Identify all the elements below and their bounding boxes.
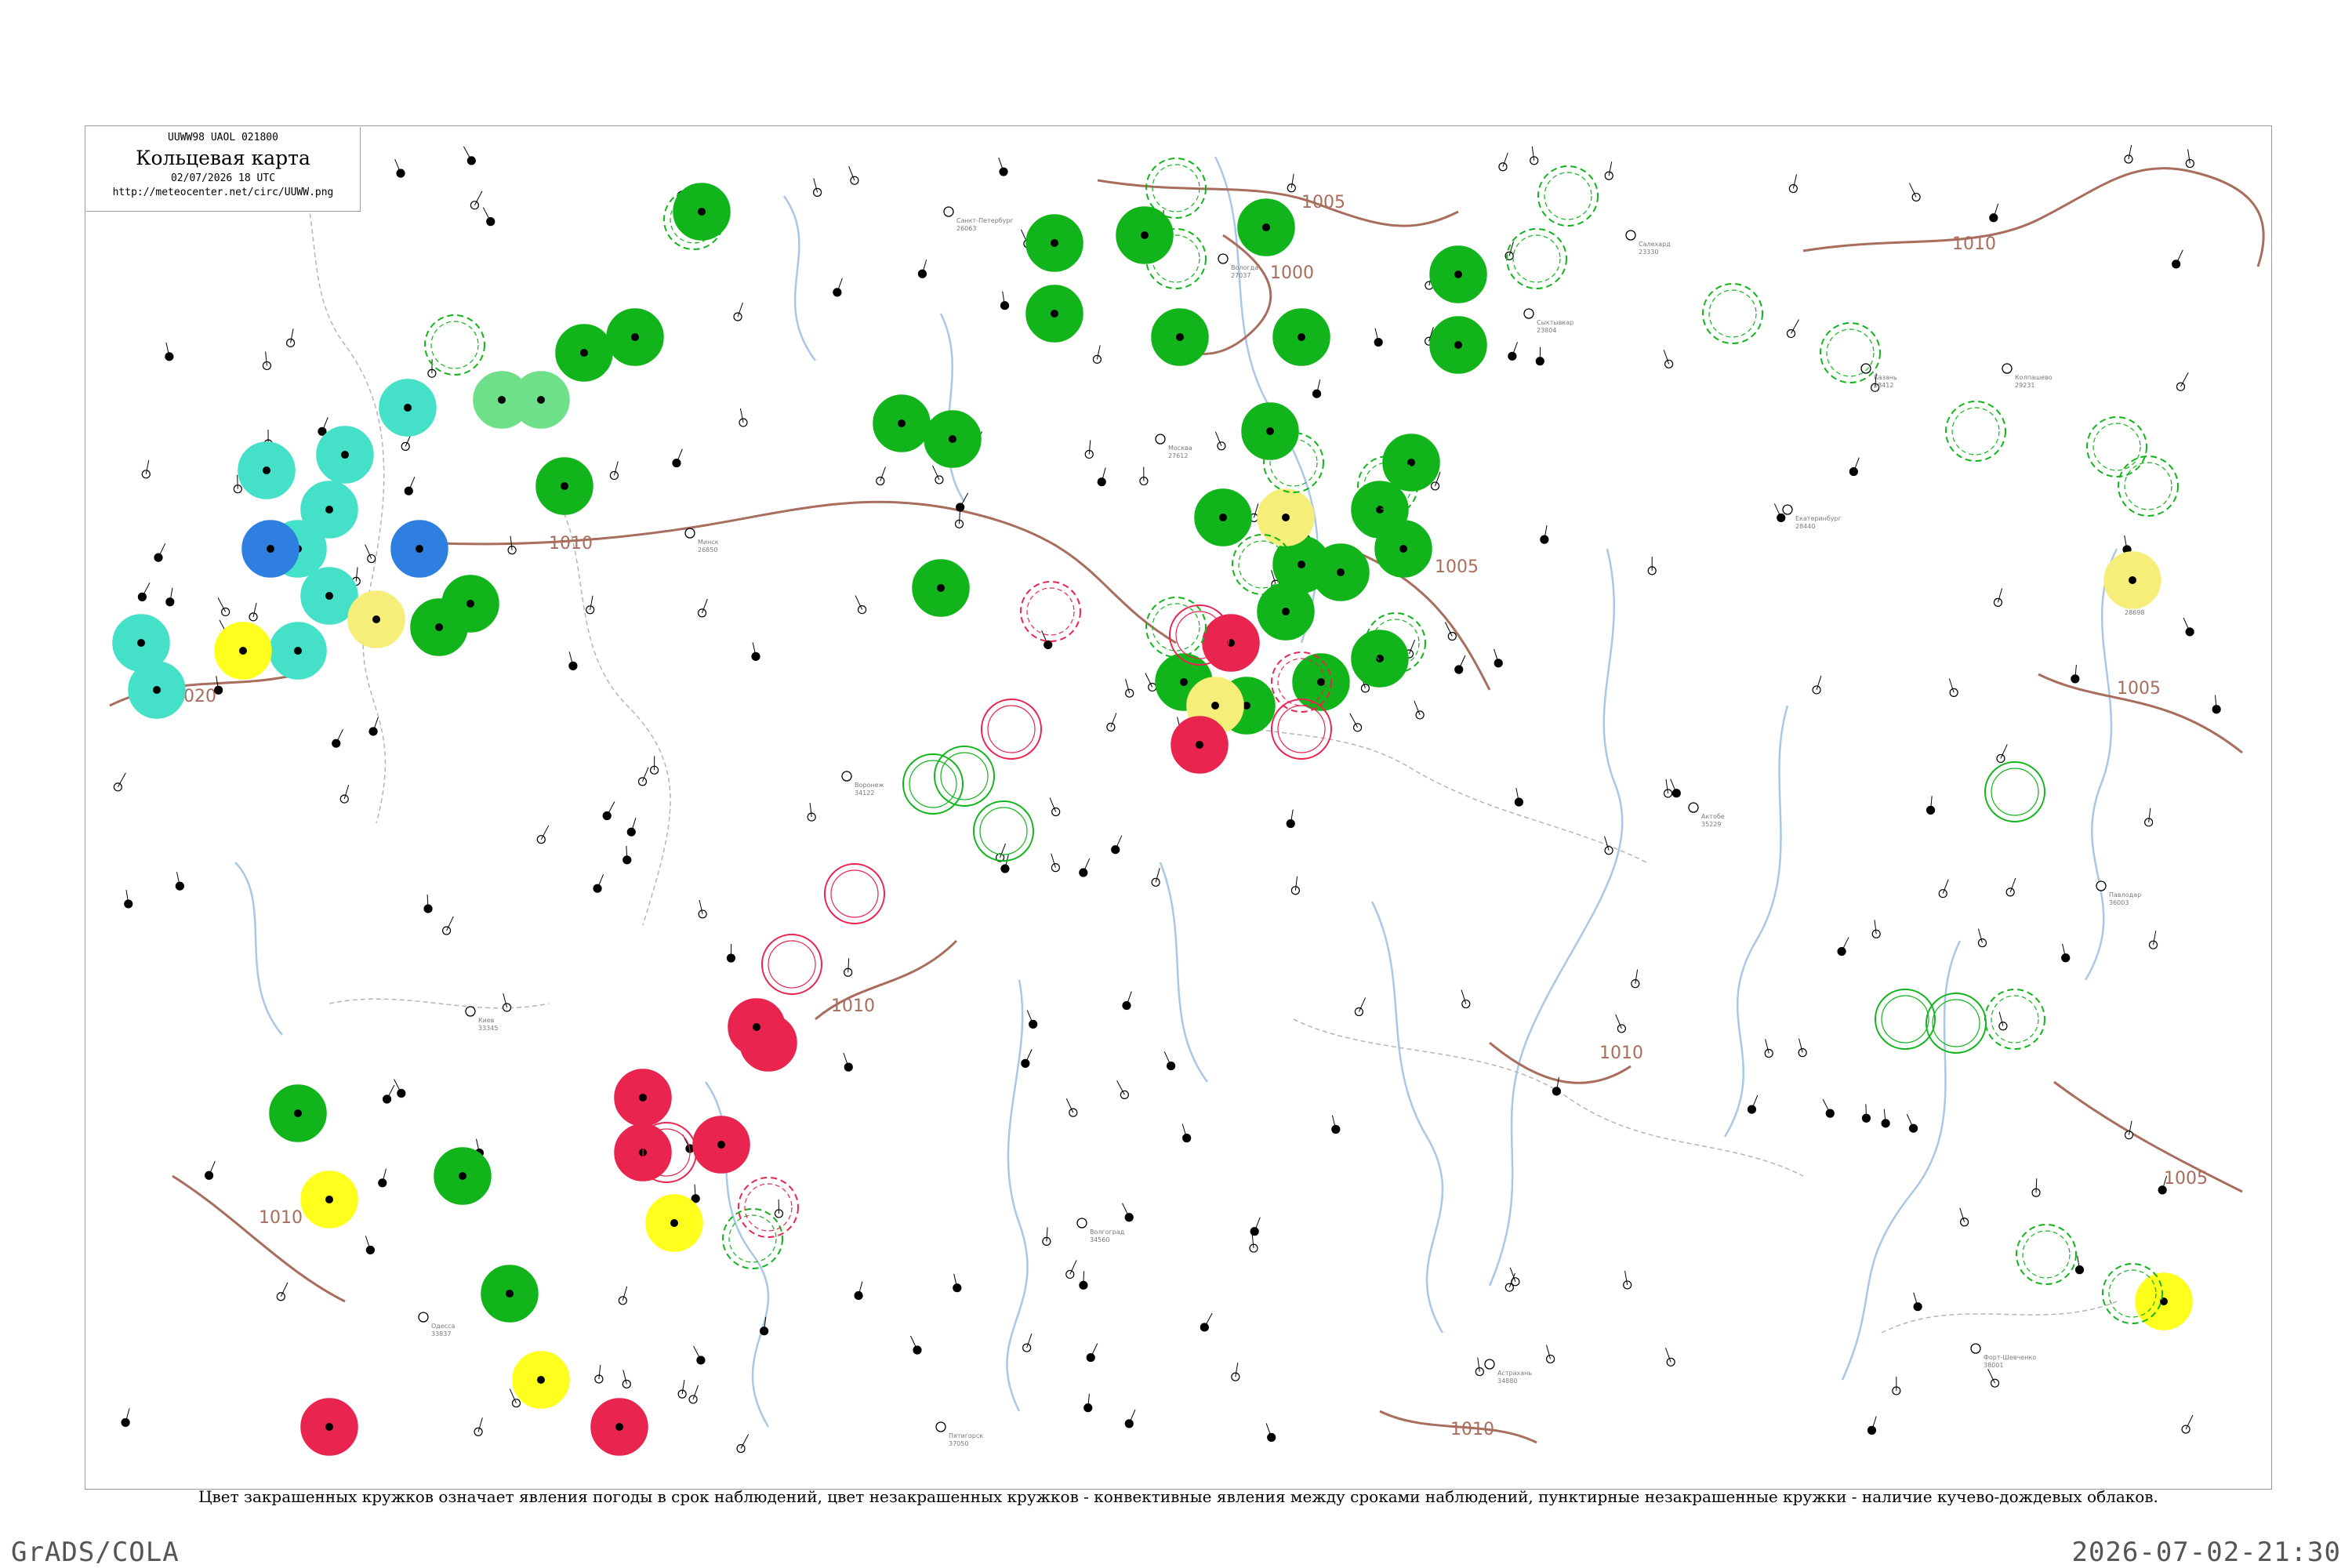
grads-credit: GrADS/COLA [11, 1537, 180, 1568]
map-title: Кольцевая карта [136, 147, 310, 169]
map-url: http://meteocenter.net/circ/UUWW.png [112, 187, 334, 198]
map-frame [85, 125, 2272, 1490]
map-date: 02/07/2026 18 UTC [170, 172, 276, 184]
generation-timestamp: 2026-07-02-21:30 [2071, 1537, 2341, 1568]
legend-caption: Цвет закрашенных кружков означает явлени… [198, 1487, 2158, 1506]
bulletin-code: UUWW98 UAOL 021800 [168, 132, 278, 143]
map-header: UUWW98 UAOL 021800 Кольцевая карта 02/07… [86, 127, 361, 212]
